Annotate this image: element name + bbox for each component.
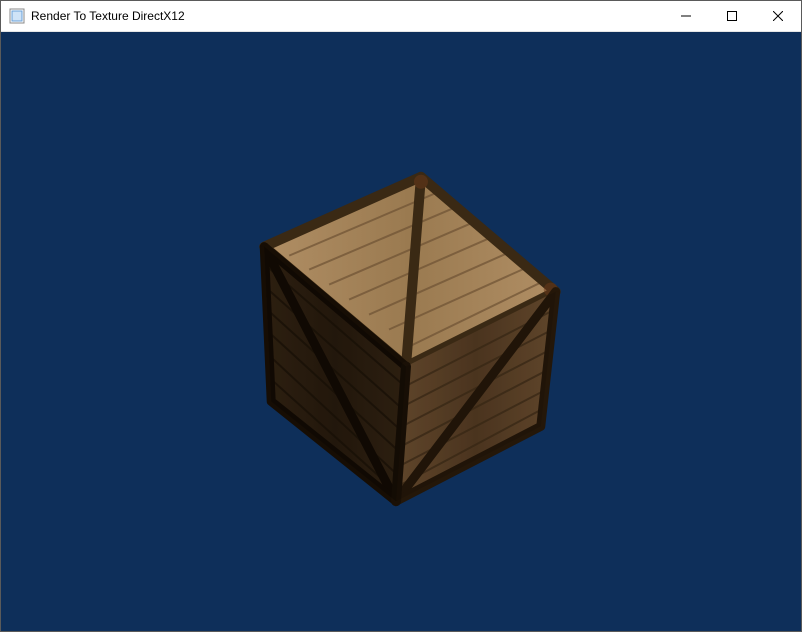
maximize-button[interactable] [709,1,755,31]
window-controls [663,1,801,31]
render-viewport[interactable] [1,32,801,631]
wooden-crate-cube [1,32,801,631]
titlebar[interactable]: Render To Texture DirectX12 [1,1,801,32]
window-title: Render To Texture DirectX12 [31,1,663,32]
close-icon [773,11,783,21]
minimize-button[interactable] [663,1,709,31]
maximize-icon [727,11,737,21]
close-button[interactable] [755,1,801,31]
minimize-icon [681,11,691,21]
app-icon [9,8,25,24]
